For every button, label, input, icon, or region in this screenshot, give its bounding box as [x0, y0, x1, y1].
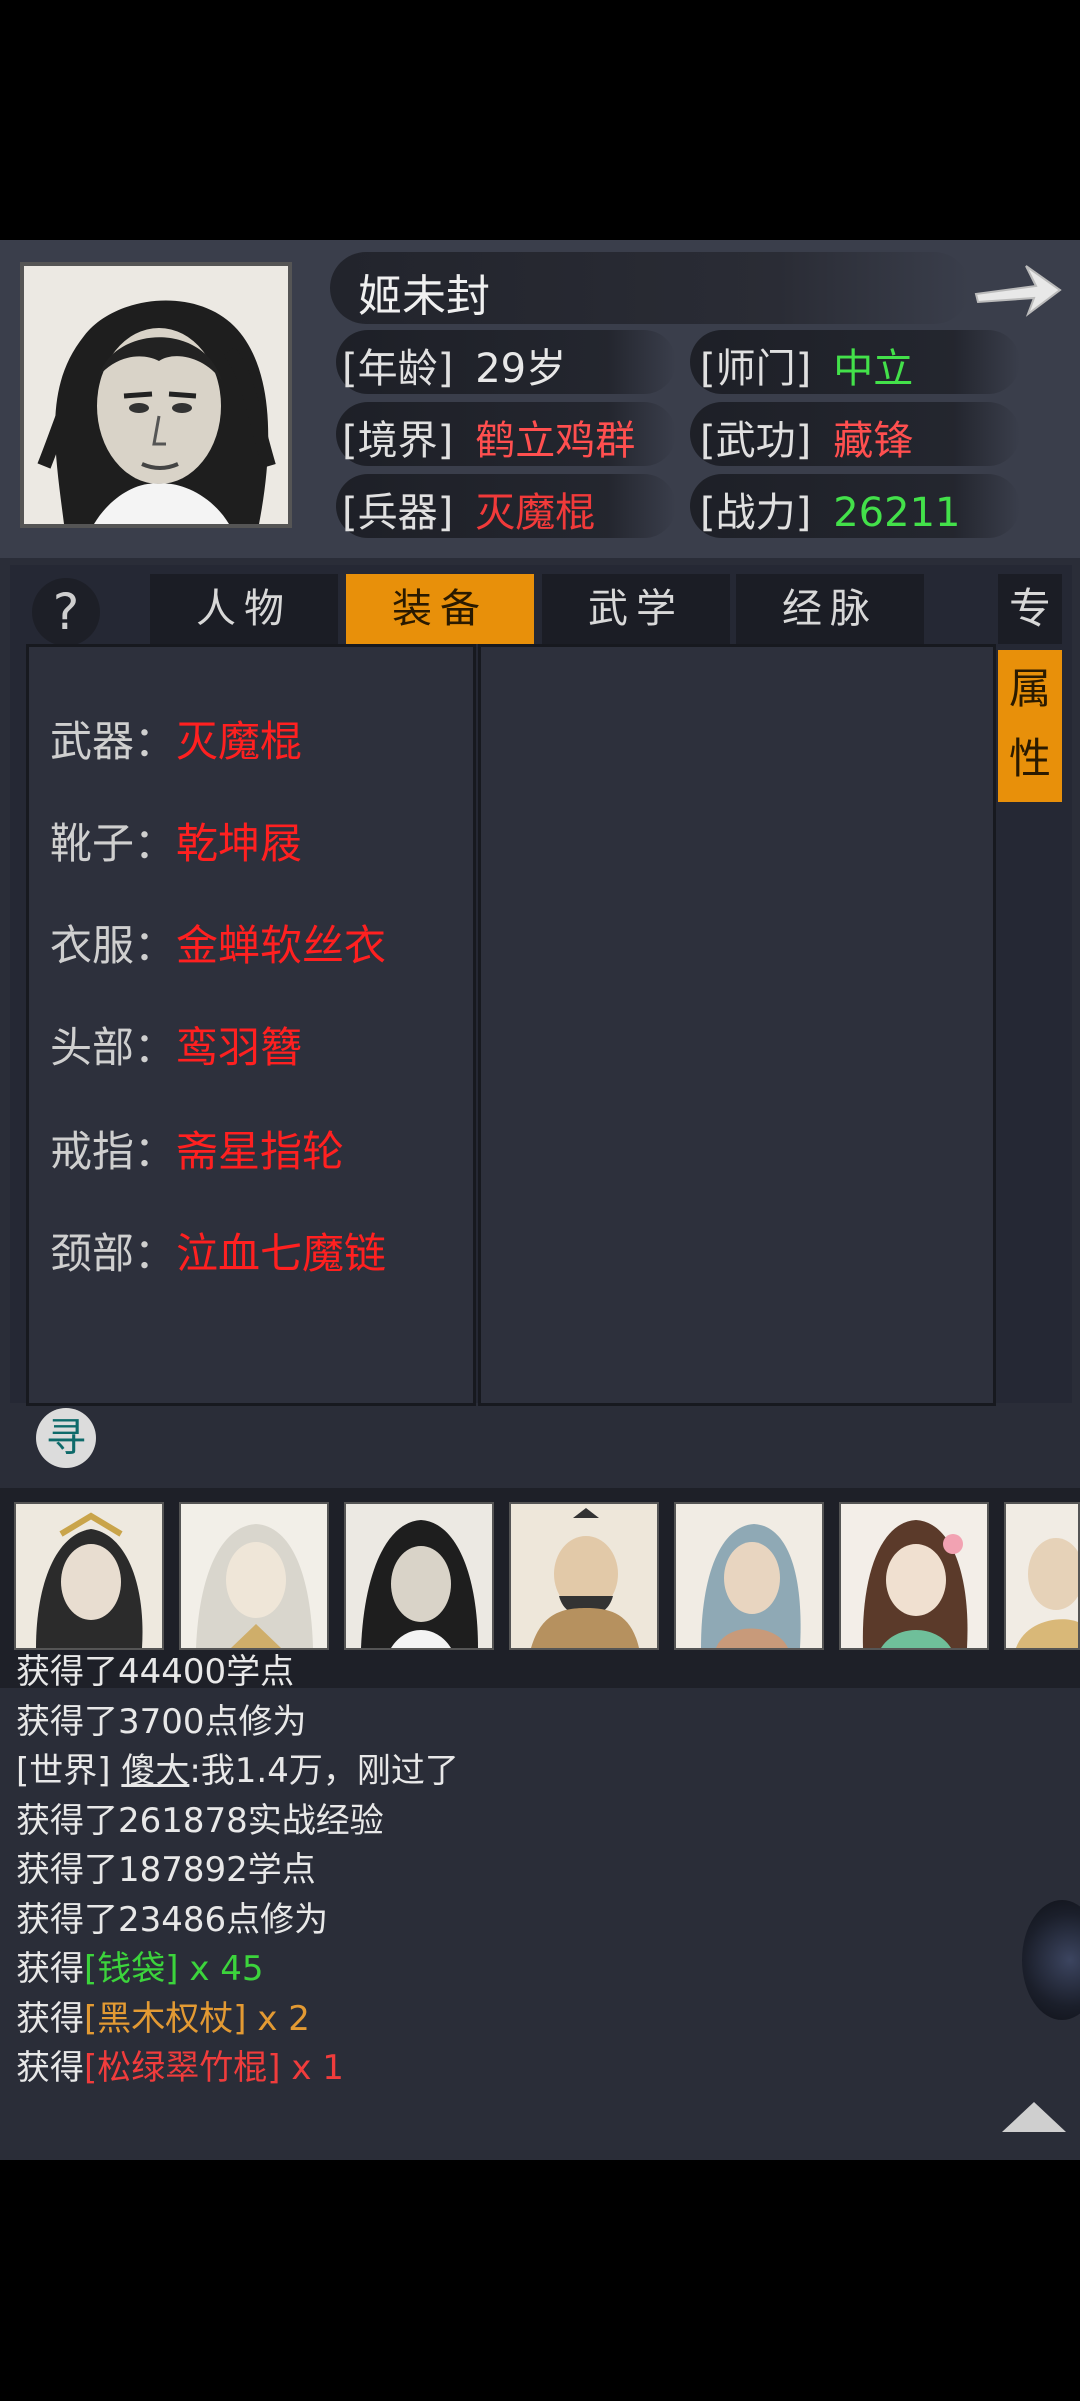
log-prefix: 获得 — [16, 1949, 84, 1989]
side-tab-attributes-label: 属性 — [1008, 664, 1051, 783]
equip-label: 颈部： — [50, 1229, 177, 1278]
companion-portrait[interactable] — [509, 1502, 659, 1650]
equip-row-ring[interactable]: 戒指：斋星指轮 — [50, 1118, 344, 1179]
equip-item[interactable]: 灭魔棍 — [176, 717, 302, 766]
log-line: 获得了261878实战经验 — [16, 1797, 1016, 1847]
log-line-item: 获得[黑木权杖] x 2 — [16, 1995, 1016, 2045]
companion-portrait[interactable] — [1004, 1502, 1080, 1650]
equip-item[interactable]: 金蝉软丝衣 — [176, 921, 386, 970]
stat-realm: [境界] 鹤立鸡群 — [342, 408, 635, 466]
equip-row-neck[interactable]: 颈部：泣血七魔链 — [50, 1220, 386, 1281]
log-text: 获得了23486点修为 — [16, 1899, 329, 1940]
log-line-item: 获得[松绿翠竹棍] x 1 — [16, 2044, 1016, 2094]
message-log[interactable]: 获得了44400学点 获得了3700点修为 [世界] 傻大:我1.4万，刚过了 … — [16, 1648, 1016, 2094]
equip-item[interactable]: 乾坤屐 — [176, 819, 302, 868]
equip-label: 武器： — [50, 717, 177, 766]
stat-label: [武功] — [700, 418, 812, 464]
log-text: 获得了44400学点 — [16, 1652, 295, 1692]
seek-button[interactable]: 寻 — [36, 1408, 96, 1468]
companion-portrait[interactable] — [674, 1502, 824, 1650]
log-qty: x 2 — [246, 1998, 310, 2039]
stat-label: [年龄] — [342, 346, 454, 392]
log-line: 获得了44400学点 — [16, 1648, 1016, 1698]
tab-meridians[interactable]: 经脉 — [736, 574, 924, 644]
chat-message: :我1.4万，刚过了 — [189, 1751, 459, 1791]
stat-age: [年龄] 29岁 — [342, 336, 566, 394]
next-arrow-icon[interactable] — [970, 256, 1064, 322]
log-line: 获得了187892学点 — [16, 1846, 1016, 1896]
chat-channel: [世界] — [16, 1751, 111, 1791]
equipment-detail — [478, 644, 996, 1406]
stat-weapon: [兵器] 灭魔棍 — [342, 480, 595, 538]
log-qty: x 45 — [178, 1949, 264, 1989]
chat-username[interactable]: 傻大 — [121, 1751, 189, 1791]
log-prefix: 获得 — [16, 1998, 84, 2039]
companion-portrait[interactable] — [839, 1502, 989, 1650]
equip-item[interactable]: 泣血七魔链 — [176, 1229, 386, 1278]
stat-value: 藏锋 — [833, 418, 914, 464]
floating-menu-icon[interactable] — [1022, 1900, 1080, 2020]
stat-value: 灭魔棍 — [475, 490, 596, 536]
log-text: 获得了3700点修为 — [16, 1701, 307, 1742]
stat-value: 29岁 — [475, 346, 567, 392]
character-name: 姬未封 — [358, 271, 490, 322]
log-item[interactable]: [松绿翠竹棍] — [84, 2048, 281, 2088]
stat-sect: [师门] 中立 — [700, 336, 913, 394]
equip-row-weapon[interactable]: 武器：灭魔棍 — [50, 708, 302, 769]
equip-item[interactable]: 鸾羽簪 — [176, 1023, 302, 1072]
character-portrait[interactable] — [20, 262, 292, 528]
companion-portrait[interactable] — [14, 1502, 164, 1650]
equip-row-clothes[interactable]: 衣服：金蝉软丝衣 — [50, 912, 386, 973]
side-tab-special[interactable]: 专 — [998, 574, 1062, 644]
stat-value: 26211 — [833, 490, 961, 536]
log-text: 获得了187892学点 — [16, 1850, 316, 1890]
stat-label: [兵器] — [342, 490, 454, 536]
log-qty: x 1 — [280, 2048, 344, 2088]
log-text: 获得了261878实战经验 — [16, 1800, 384, 1841]
companion-portrait[interactable] — [179, 1502, 329, 1650]
stat-value: 鹤立鸡群 — [475, 418, 636, 464]
log-line-item: 获得[钱袋] x 45 — [16, 1945, 1016, 1995]
side-tab-attributes[interactable]: 属性 — [998, 650, 1062, 802]
log-item[interactable]: [黑木权杖] — [84, 1999, 247, 2039]
equip-label: 头部： — [50, 1023, 177, 1072]
stat-label: [战力] — [700, 490, 812, 536]
log-prefix: 获得 — [16, 2048, 84, 2088]
log-line-world-chat: [世界] 傻大:我1.4万，刚过了 — [16, 1747, 1016, 1797]
stat-power: [战力] 26211 — [700, 480, 960, 538]
log-item[interactable]: [钱袋] — [84, 1949, 179, 1989]
character-header: 姬未封 [年龄] 29岁 [师门] 中立 [境界] 鹤立鸡群 [武功] 藏锋 [兵器] 灭… — [0, 240, 1080, 558]
stat-martial: [武功] 藏锋 — [700, 408, 913, 466]
scroll-up-icon[interactable] — [1002, 2102, 1066, 2132]
stat-label: [师门] — [700, 346, 812, 392]
companion-portrait[interactable] — [344, 1502, 494, 1650]
log-line: 获得了23486点修为 — [16, 1896, 1016, 1946]
equip-label: 衣服： — [50, 921, 177, 970]
tab-character[interactable]: 人物 — [150, 574, 338, 644]
help-button[interactable]: ? — [32, 578, 100, 646]
equip-row-head[interactable]: 头部：鸾羽簪 — [50, 1014, 302, 1075]
tab-equipment[interactable]: 装备 — [346, 574, 534, 644]
stat-value: 中立 — [833, 346, 914, 392]
equip-label: 戒指： — [50, 1127, 177, 1176]
stat-label: [境界] — [342, 418, 454, 464]
equip-row-boots[interactable]: 靴子：乾坤屐 — [50, 810, 302, 871]
equip-item[interactable]: 斋星指轮 — [176, 1127, 344, 1176]
log-line: 获得了3700点修为 — [16, 1698, 1016, 1748]
game-screen: 姬未封 [年龄] 29岁 [师门] 中立 [境界] 鹤立鸡群 [武功] 藏锋 [兵器] 灭… — [0, 240, 1080, 2160]
tab-martial-arts[interactable]: 武学 — [542, 574, 730, 644]
equip-label: 靴子： — [50, 819, 177, 868]
